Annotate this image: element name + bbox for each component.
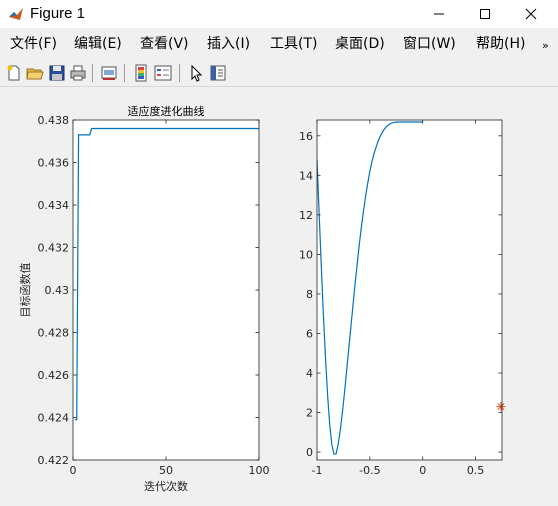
figure-toolbar <box>0 60 558 87</box>
y-tick-label: 12 <box>299 209 313 222</box>
x-tick-label: 50 <box>159 464 173 477</box>
window-title-bar: Figure 1 <box>0 0 558 28</box>
pointer-icon[interactable] <box>186 63 206 83</box>
x-axis-label: 迭代次数 <box>144 479 188 493</box>
x-tick-label: -0.5 <box>359 464 380 477</box>
axes-1: 0 50 100 0.422 0.424 0.426 0.428 0.43 0.432 0.434… <box>18 104 270 493</box>
y-tick-label: 14 <box>299 169 313 182</box>
y-tick-label: 0.426 <box>38 369 70 382</box>
x-tick-label: 0 <box>419 464 426 477</box>
minimize-icon <box>434 13 444 15</box>
x-tick-label: 100 <box>249 464 270 477</box>
menu-tools[interactable]: 工具(T) <box>270 35 317 53</box>
y-tick-label: 0.422 <box>38 454 70 467</box>
open-file-icon[interactable] <box>25 63 45 83</box>
figure-plot-area: 0 50 1000.4220.4240.4260.4280.430.4320.434… <box>18 104 506 493</box>
menu-window[interactable]: 窗口(W) <box>403 35 456 53</box>
y-tick-label: 0.434 <box>38 199 70 212</box>
menu-overflow-button[interactable]: » <box>542 37 549 55</box>
save-icon[interactable] <box>47 63 67 83</box>
menu-edit[interactable]: 编辑(E) <box>74 35 122 53</box>
colorbar-icon[interactable] <box>131 63 151 83</box>
legend-icon[interactable] <box>153 63 173 83</box>
toolbar-separator <box>179 64 180 82</box>
y-tick-label: 0.424 <box>38 412 70 425</box>
y-tick-label: 0.43 <box>45 284 70 297</box>
figure-canvas: 0 50 100 0.422 0.424 0.426 0.428 0.43 0.432 0.434… <box>2 88 553 502</box>
axes-title: 适应度进化曲线 <box>128 104 205 118</box>
maximize-button[interactable] <box>462 0 508 28</box>
y-tick-label: 0.436 <box>38 157 70 170</box>
close-icon <box>525 8 537 20</box>
y-tick-label: 0.428 <box>38 327 70 340</box>
axes-background <box>73 120 259 460</box>
print-icon[interactable] <box>68 63 88 83</box>
axes-background <box>317 120 502 460</box>
menu-insert[interactable]: 插入(I) <box>207 35 250 53</box>
x-tick-label: -1 <box>312 464 323 477</box>
property-inspector-icon[interactable] <box>208 63 228 83</box>
menu-desktop[interactable]: 桌面(D) <box>335 35 385 53</box>
y-tick-label: 10 <box>299 248 313 261</box>
matlab-app-icon <box>9 8 23 20</box>
x-tick-label: 0.5 <box>467 464 485 477</box>
y-tick-label: 0.438 <box>38 114 70 127</box>
y-tick-label: 6 <box>306 327 313 340</box>
menu-file[interactable]: 文件(F) <box>10 35 57 53</box>
star-marker <box>496 402 506 412</box>
y-tick-label: 2 <box>306 407 313 420</box>
x-tick-label: 0 <box>70 464 77 477</box>
window-title: Figure 1 <box>30 5 86 22</box>
axes-2: -1 -0.5 0 0.5 0 2 4 6 8 10 12 14 16 <box>299 119 506 477</box>
maximize-icon <box>480 9 490 19</box>
minimize-button[interactable] <box>416 0 462 28</box>
y-tick-label: 8 <box>306 288 313 301</box>
menu-bar: 文件(F) 编辑(E) 查看(V) 插入(I) 工具(T) 桌面(D) 窗口(W… <box>0 30 558 58</box>
y-tick-label: 4 <box>306 367 313 380</box>
menu-help[interactable]: 帮助(H) <box>476 35 525 53</box>
new-figure-icon[interactable] <box>4 63 24 83</box>
y-tick-label: 0 <box>306 446 313 459</box>
menu-view[interactable]: 查看(V) <box>140 35 189 53</box>
link-plot-icon[interactable] <box>99 63 119 83</box>
close-button[interactable] <box>508 0 554 28</box>
y-tick-label: 16 <box>299 130 313 143</box>
toolbar-separator <box>92 64 93 82</box>
y-axis-label: 目标函数值 <box>18 263 32 318</box>
y-tick-label: 0.432 <box>38 242 70 255</box>
toolbar-separator <box>124 64 125 82</box>
